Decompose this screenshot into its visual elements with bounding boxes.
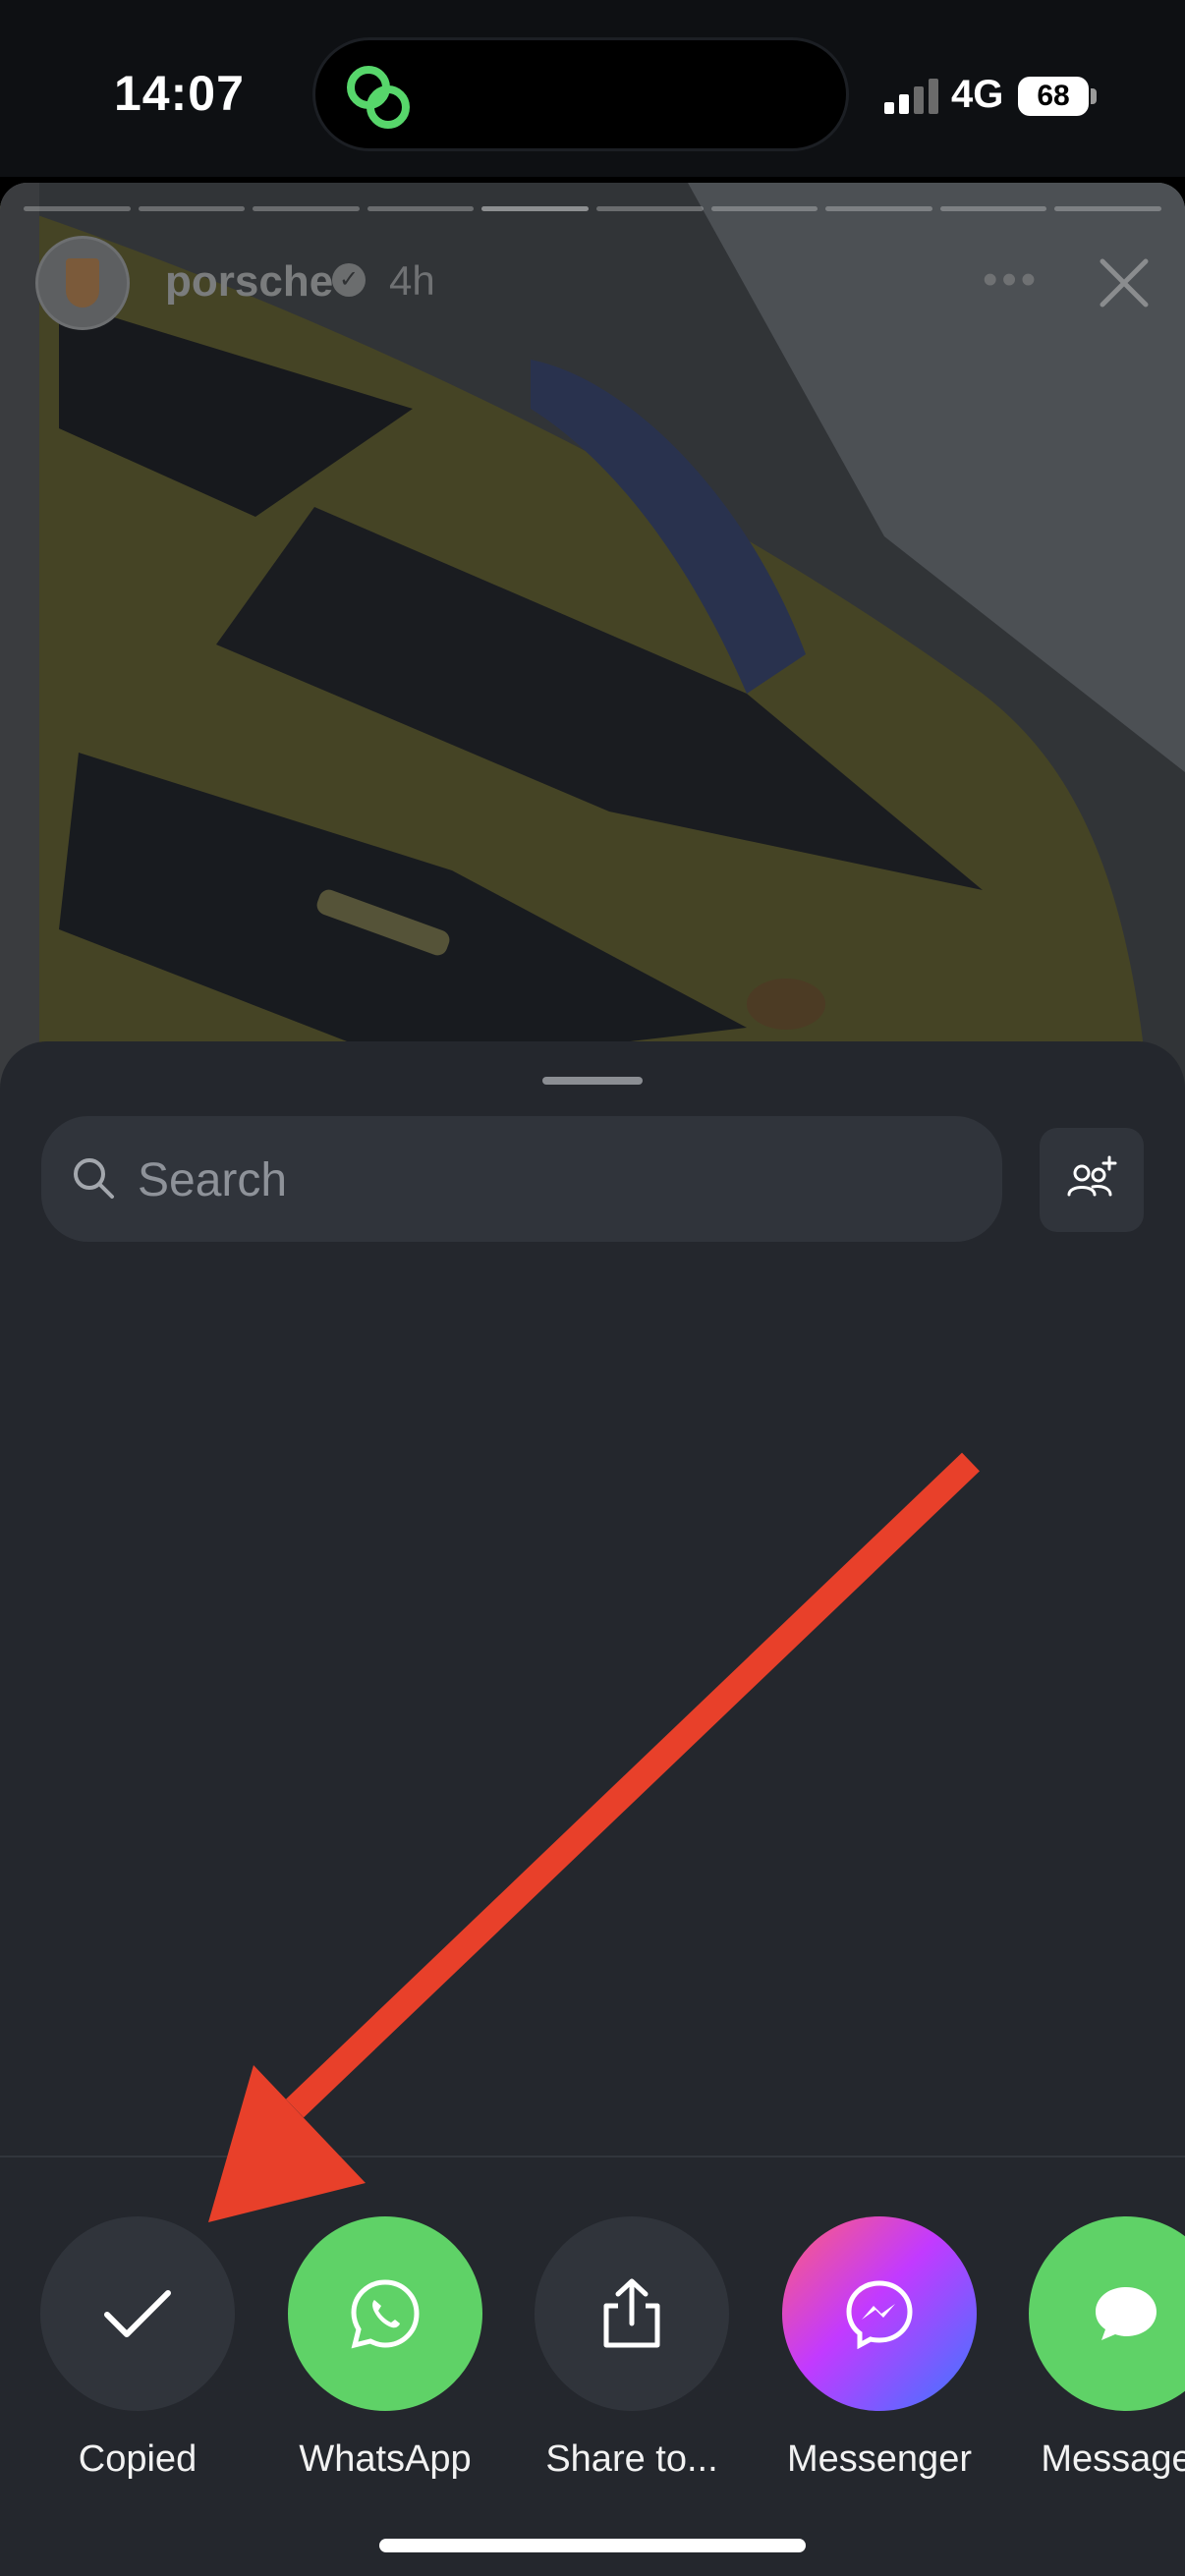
messages-icon bbox=[1096, 2287, 1157, 2340]
status-bar: 14:07 4G 68 bbox=[0, 0, 1185, 177]
share-to-button[interactable]: Share to... bbox=[514, 2216, 750, 2511]
messenger-button[interactable]: Messenger bbox=[762, 2216, 997, 2511]
verified-badge-icon: ✓ bbox=[332, 263, 366, 297]
dynamic-island[interactable] bbox=[312, 37, 849, 151]
messages-label: Messages bbox=[1041, 2438, 1185, 2480]
share-icon bbox=[603, 2278, 660, 2348]
messages-circle bbox=[1029, 2216, 1185, 2411]
whatsapp-icon bbox=[351, 2279, 420, 2349]
story-progress bbox=[24, 206, 1161, 211]
search-input[interactable] bbox=[136, 1142, 945, 1218]
whatsapp-label: WhatsApp bbox=[299, 2438, 472, 2480]
share-to-label: Share to... bbox=[545, 2438, 718, 2480]
messages-button[interactable]: Messages bbox=[1008, 2216, 1185, 2511]
story-dim-overlay bbox=[0, 183, 1185, 1106]
porsche-crest-icon bbox=[66, 258, 99, 308]
more-dots-icon[interactable]: ••• bbox=[983, 255, 1040, 305]
battery-indicator: 68 bbox=[1018, 77, 1089, 116]
checkmark-icon bbox=[104, 2290, 171, 2337]
network-type: 4G bbox=[951, 73, 1004, 116]
copied-circle bbox=[40, 2216, 235, 2411]
messenger-label: Messenger bbox=[787, 2438, 972, 2480]
add-people-button[interactable] bbox=[1040, 1128, 1144, 1232]
share-to-circle bbox=[535, 2216, 729, 2411]
story-time-ago: 4h bbox=[389, 257, 435, 304]
battery-tip bbox=[1091, 88, 1097, 104]
share-actions-row: Copied WhatsApp Share to... Messenger Me… bbox=[0, 2216, 1185, 2541]
share-sheet: Copied WhatsApp Share to... bbox=[0, 1041, 1185, 2576]
copied-button[interactable]: Copied bbox=[20, 2216, 255, 2511]
copied-label: Copied bbox=[78, 2438, 198, 2480]
status-time: 14:07 bbox=[114, 66, 245, 121]
sheet-divider bbox=[0, 2156, 1185, 2157]
whatsapp-button[interactable]: WhatsApp bbox=[267, 2216, 503, 2511]
messenger-circle bbox=[782, 2216, 977, 2411]
search-icon bbox=[74, 1158, 114, 1199]
add-people-icon bbox=[1067, 1155, 1117, 1197]
story-viewer: porsche ✓ 4h ••• bbox=[0, 183, 1185, 1106]
sheet-drag-handle[interactable] bbox=[542, 1077, 643, 1085]
cell-signal-icon bbox=[884, 79, 938, 114]
home-indicator[interactable] bbox=[379, 2539, 806, 2552]
avatar[interactable] bbox=[35, 236, 130, 330]
story-username[interactable]: porsche bbox=[165, 257, 333, 307]
search-bar[interactable] bbox=[41, 1116, 1002, 1242]
messenger-icon bbox=[846, 2280, 913, 2349]
whatsapp-circle bbox=[288, 2216, 482, 2411]
close-icon[interactable] bbox=[1095, 253, 1154, 312]
link-circles-icon bbox=[347, 66, 410, 129]
